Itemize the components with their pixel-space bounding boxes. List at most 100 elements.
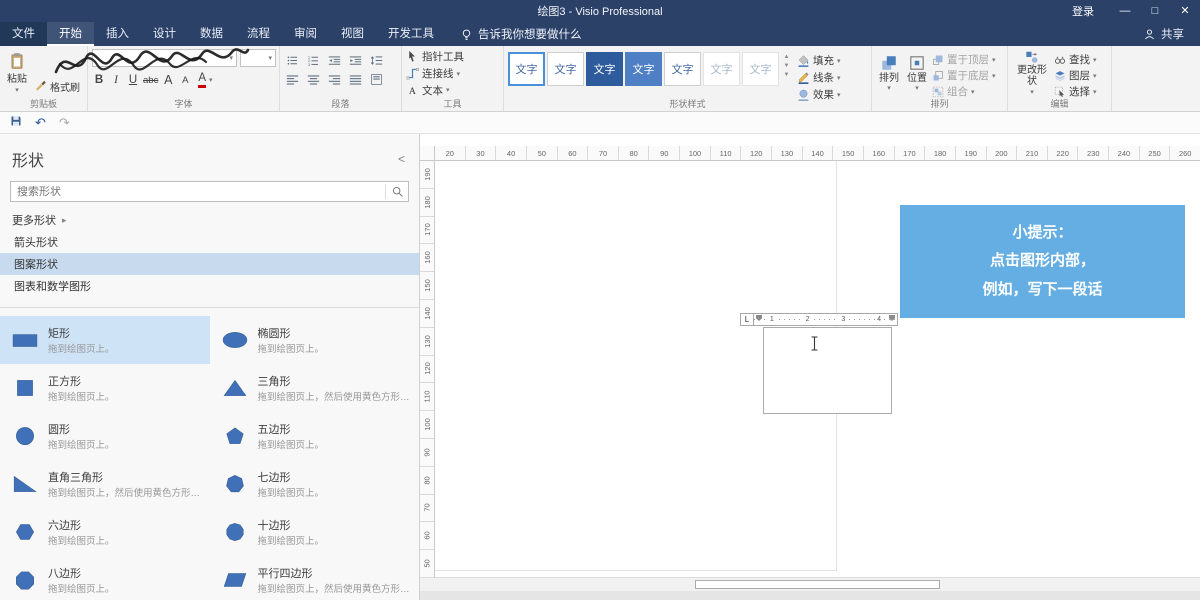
font-size-combo[interactable]: ▾ (240, 49, 276, 67)
font-style-button-5[interactable]: A (178, 75, 192, 86)
shape-item[interactable]: 三角形拖到绘图页上，然后使用黄色方形… (210, 364, 420, 412)
shape-item[interactable]: 十边形拖到绘图页上。 (210, 508, 420, 556)
maximize-button[interactable]: □ (1140, 0, 1170, 22)
h-ruler-number: 220 (1047, 146, 1078, 160)
gallery-more-icon[interactable]: ▼ (784, 72, 790, 78)
shape-style-swatch-2[interactable]: 文字 (586, 52, 623, 86)
alignL-button[interactable] (284, 71, 301, 87)
shape-style-swatch-4[interactable]: 文字 (664, 52, 701, 86)
shape-description: 拖到绘图页上。 (258, 341, 325, 355)
indent-button[interactable] (347, 52, 364, 68)
stencil-category-0[interactable]: 箭头形状 (0, 231, 419, 253)
front-button[interactable]: 置于顶层▾ (932, 52, 996, 67)
more-shapes-item[interactable]: 更多形状 ▸ (0, 204, 419, 231)
back-button[interactable]: 置于底层▾ (932, 68, 996, 83)
drawing-page[interactable]: 小提示： 点击图形内部， 例如，写下一段话 L 1234 (435, 161, 1200, 577)
share-button[interactable]: 共享 (1143, 22, 1200, 46)
text-edit-shape[interactable] (763, 327, 892, 414)
ruler-corner (420, 146, 435, 161)
ribbon-tab-8[interactable]: 开发工具 (376, 22, 446, 46)
shape-item[interactable]: 六边形拖到绘图页上。 (0, 508, 210, 556)
outdent-button[interactable] (326, 52, 343, 68)
arrange-button[interactable]: 排列▾ (876, 49, 902, 98)
dropdown-caret-icon: ▾ (15, 87, 19, 95)
pencil-button[interactable]: 线条▾ (797, 70, 841, 85)
decagon-icon (222, 522, 248, 542)
alignC-button[interactable] (305, 71, 322, 87)
font-color-button[interactable]: A (198, 73, 206, 88)
ribbon-tab-7[interactable]: 视图 (329, 22, 376, 46)
font-name-combo[interactable]: ▾ (92, 49, 237, 67)
dropdown-caret-icon: ▾ (268, 54, 272, 62)
position-icon (908, 54, 926, 72)
collapse-panel-button[interactable]: < (398, 152, 405, 166)
v-ruler-number: 90 (420, 438, 434, 466)
horizontal-scrollbar[interactable] (420, 577, 1200, 591)
shape-style-swatch-6[interactable]: 文字 (742, 52, 779, 86)
shape-style-swatch-0[interactable]: 文字 (508, 52, 545, 86)
font-style-button-2[interactable]: U (126, 74, 140, 86)
bucket-button[interactable]: 填充▾ (797, 53, 841, 68)
shape-style-swatch-1[interactable]: 文字 (547, 52, 584, 86)
bullets-button[interactable] (284, 52, 301, 68)
shape-item[interactable]: 矩形拖到绘图页上。 (0, 316, 210, 364)
shape-item[interactable]: 八边形拖到绘图页上。 (0, 556, 210, 600)
shape-item[interactable]: 平行四边形拖到绘图页上，然后使用黄色方形… (210, 556, 420, 600)
scroll-up-icon[interactable]: ▲ (784, 54, 790, 60)
textA-tool-button[interactable]: A文本▾ (406, 82, 500, 98)
save-button[interactable] (10, 114, 22, 132)
justify-button[interactable] (347, 71, 364, 87)
tip-shape[interactable]: 小提示： 点击图形内部， 例如，写下一段话 (900, 205, 1185, 318)
shape-style-swatch-5[interactable]: 文字 (703, 52, 740, 86)
stencil-category-2[interactable]: 图表和数学图形 (0, 275, 419, 297)
search-icon[interactable] (386, 185, 408, 198)
canvas[interactable]: 2030405060708090100110120130140150160170… (420, 134, 1200, 600)
brush-icon (34, 78, 47, 91)
format-painter-button[interactable]: 格式刷 (34, 78, 80, 94)
shape-item[interactable]: 正方形拖到绘图页上。 (0, 364, 210, 412)
scrollbar-thumb[interactable] (695, 580, 940, 589)
close-button[interactable]: ✕ (1170, 0, 1200, 22)
changeshape-button[interactable]: 更改形状▾ (1012, 49, 1052, 98)
h-ruler-number: 50 (526, 146, 557, 160)
font-style-button-1[interactable]: I (109, 74, 123, 86)
layers-button[interactable]: 图层▾ (1054, 68, 1097, 83)
ribbon-tab-6[interactable]: 审阅 (282, 22, 329, 46)
shape-style-swatch-3[interactable]: 文字 (625, 52, 662, 86)
tell-me-box[interactable]: 告诉我你想要做什么 (460, 22, 582, 46)
connector-tool-button[interactable]: 连接线▾ (406, 66, 500, 82)
shape-item[interactable]: 圆形拖到绘图页上。 (0, 412, 210, 460)
indent-marker-right-icon[interactable] (889, 315, 895, 321)
valign-button[interactable] (368, 71, 385, 87)
font-style-button-3[interactable]: abc (143, 75, 158, 86)
paste-button[interactable]: 粘贴 ▾ (4, 49, 30, 98)
scroll-down-icon[interactable]: ▼ (784, 63, 790, 69)
ribbon-tab-5[interactable]: 流程 (235, 22, 282, 46)
pointer-tool-button[interactable]: 指针工具 (406, 49, 500, 65)
sign-in-button[interactable]: 登录 (1056, 3, 1110, 19)
alignR-button[interactable] (326, 71, 343, 87)
minimize-button[interactable]: — (1110, 0, 1140, 22)
ribbon-tab-4[interactable]: 数据 (188, 22, 235, 46)
undo-button[interactable]: ↶ (35, 116, 46, 129)
spacing-button[interactable] (368, 52, 385, 68)
position-button[interactable]: 位置▾ (904, 49, 930, 98)
square-icon (12, 378, 38, 398)
stencil-category-1[interactable]: 图案形状 (0, 253, 419, 275)
redo-button[interactable]: ↷ (59, 116, 70, 129)
ribbon-tab-2[interactable]: 插入 (94, 22, 141, 46)
ribbon-tab-1[interactable]: 开始 (47, 22, 94, 46)
shape-item[interactable]: 五边形拖到绘图页上。 (210, 412, 420, 460)
shape-item[interactable]: 直角三角形拖到绘图页上，然后使用黄色方形… (0, 460, 210, 508)
font-style-button-0[interactable]: B (92, 74, 106, 86)
search-input[interactable] (11, 186, 385, 198)
shape-item[interactable]: 七边形拖到绘图页上。 (210, 460, 420, 508)
tab-stop-selector[interactable]: L (741, 314, 754, 325)
shape-item[interactable]: 椭圆形拖到绘图页上。 (210, 316, 420, 364)
ribbon-tab-0[interactable]: 文件 (0, 22, 47, 46)
ribbon-tab-3[interactable]: 设计 (141, 22, 188, 46)
indent-marker-left-icon[interactable] (756, 315, 762, 321)
numbering-button[interactable]: 123 (305, 52, 322, 68)
font-style-button-4[interactable]: A (161, 73, 175, 87)
find-button[interactable]: 查找▾ (1054, 52, 1097, 67)
